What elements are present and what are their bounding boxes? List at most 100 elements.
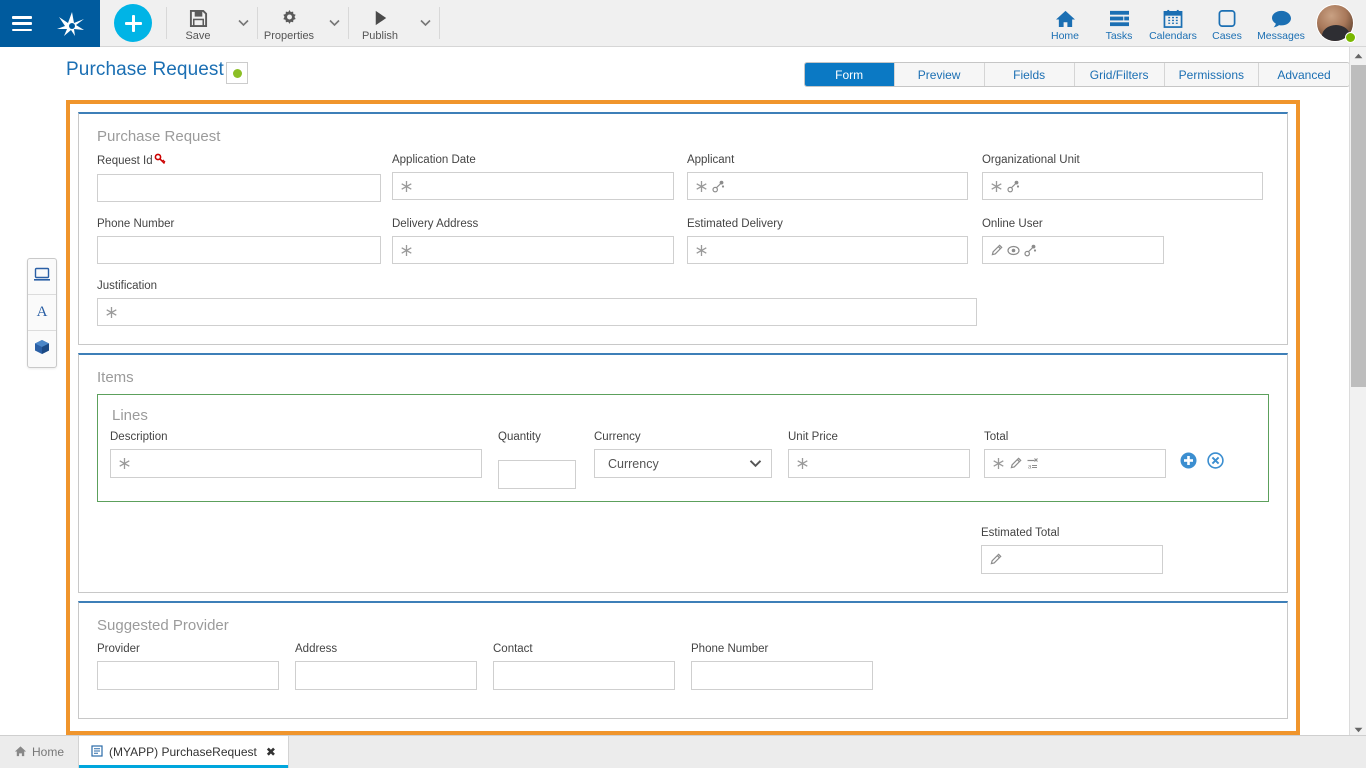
field-label: Unit Price [788,430,838,444]
save-button[interactable]: Save [167,0,229,46]
input-contact[interactable] [493,661,675,690]
column-total[interactable]: Total a [984,430,1166,478]
brand-area [0,0,100,47]
nav-calendars[interactable]: Calendars [1146,0,1200,46]
field-label-wrap: Phone Number [97,217,392,231]
panel-purchase-request[interactable]: Purchase Request Request Id [78,112,1288,345]
field-label: Description [110,430,168,444]
vertical-scrollbar[interactable] [1349,47,1366,738]
input-applicant[interactable] [687,172,968,200]
panel-items[interactable]: Items Lines Description [78,353,1288,593]
page-title: Purchase Request [66,59,224,81]
properties-button[interactable]: Properties [258,0,320,46]
tab-preview[interactable]: Preview [895,63,985,86]
input-provider[interactable] [97,661,279,690]
tab-advanced[interactable]: Advanced [1259,63,1349,86]
chat-bubble-icon [1271,7,1292,28]
new-button-area [100,0,166,46]
properties-dropdown-caret[interactable] [320,0,348,46]
publish-dropdown-caret[interactable] [411,0,439,46]
input-request-id[interactable] [97,174,381,202]
panel-body: Lines Description [79,394,1287,592]
input-online-user[interactable] [982,236,1164,264]
input-justification[interactable] [97,298,977,326]
field-provider-phone-number[interactable]: Phone Number [691,642,889,690]
input-total[interactable]: a [984,449,1166,478]
save-group: Save [167,0,257,46]
field-applicant[interactable]: Applicant [687,153,982,200]
field-justification[interactable]: Justification [97,279,993,326]
nav-tasks-label: Tasks [1106,30,1133,42]
bizagi-logo-icon[interactable] [55,9,89,39]
field-delivery-address[interactable]: Delivery Address [392,217,687,264]
input-delivery-address[interactable] [392,236,674,264]
remove-row-button[interactable] [1207,452,1224,474]
column-unit-price[interactable]: Unit Price [788,430,984,478]
input-address[interactable] [295,661,477,690]
field-label-wrap: Applicant [687,153,982,167]
nav-cases[interactable]: Cases [1200,0,1254,46]
field-address[interactable]: Address [295,642,493,690]
gear-icon [280,7,299,29]
input-provider-phone-number[interactable] [691,661,873,690]
field-request-id[interactable]: Request Id [97,153,392,202]
canvas-inner: Purchase Request Request Id [70,104,1296,719]
column-description[interactable]: Description [110,430,498,478]
select-currency[interactable]: Currency [594,449,772,478]
panel-suggested-provider[interactable]: Suggested Provider Provider Address [78,601,1288,719]
input-application-date[interactable] [392,172,674,200]
nav-home[interactable]: Home [1038,0,1092,46]
hamburger-icon[interactable] [12,16,32,31]
input-quantity[interactable] [498,460,576,489]
field-organizational-unit[interactable]: Organizational Unit [982,153,1269,200]
input-phone-number[interactable] [97,236,381,264]
tab-grid-filters[interactable]: Grid/Filters [1075,63,1165,86]
subpanel-lines[interactable]: Lines Description [97,394,1269,502]
lines-row: Description Quantity [110,430,1256,489]
publish-group: Publish [349,0,439,46]
field-provider[interactable]: Provider [97,642,295,690]
tab-fields[interactable]: Fields [985,63,1075,86]
input-unit-price[interactable] [788,449,970,478]
field-estimated-delivery[interactable]: Estimated Delivery [687,217,982,264]
taskbar-tab-label: (MYAPP) PurchaseRequest [109,745,257,759]
column-quantity[interactable]: Quantity [498,430,594,489]
taskbar-home-button[interactable]: Home [0,736,78,768]
top-nav-icons: Home Tasks Calendars Cases Messages [1038,0,1366,46]
field-application-date[interactable]: Application Date [392,153,687,200]
plus-icon[interactable] [114,4,152,42]
tab-form[interactable]: Form [805,63,895,86]
avatar-area[interactable] [1308,0,1362,46]
column-currency[interactable]: Currency Currency [594,430,788,478]
field-label-wrap: Currency [594,430,788,444]
field-online-user[interactable]: Online User [982,217,1269,264]
scroll-thumb[interactable] [1351,65,1366,387]
select-currency-value: Currency [608,457,659,471]
field-phone-number[interactable]: Phone Number [97,217,392,264]
taskbar-tab-purchaserequest[interactable]: (MYAPP) PurchaseRequest ✖ [78,736,289,768]
nav-tasks[interactable]: Tasks [1092,0,1146,46]
field-contact[interactable]: Contact [493,642,691,690]
scroll-up-button[interactable] [1350,47,1366,64]
object-tool[interactable] [28,331,56,367]
plus-circle-icon [1180,456,1197,473]
add-row-button[interactable] [1180,452,1197,474]
save-dropdown-caret[interactable] [229,0,257,46]
text-tool[interactable]: A [28,295,56,331]
field-label: Justification [97,279,157,293]
form-status-toggle[interactable] [226,62,248,84]
tab-permissions[interactable]: Permissions [1165,63,1259,86]
nav-messages[interactable]: Messages [1254,0,1308,46]
input-description[interactable] [110,449,482,478]
field-label-wrap: Contact [493,642,691,656]
publish-button[interactable]: Publish [349,0,411,46]
input-estimated-delivery[interactable] [687,236,968,264]
input-organizational-unit[interactable] [982,172,1263,200]
input-estimated-total[interactable] [981,545,1163,574]
display-tool[interactable] [28,259,56,295]
close-icon[interactable]: ✖ [263,745,276,759]
field-label: Provider [97,642,140,656]
visible-eye-icon [1007,244,1020,257]
form-document-icon [91,745,103,760]
field-estimated-total[interactable]: Estimated Total [981,526,1163,574]
